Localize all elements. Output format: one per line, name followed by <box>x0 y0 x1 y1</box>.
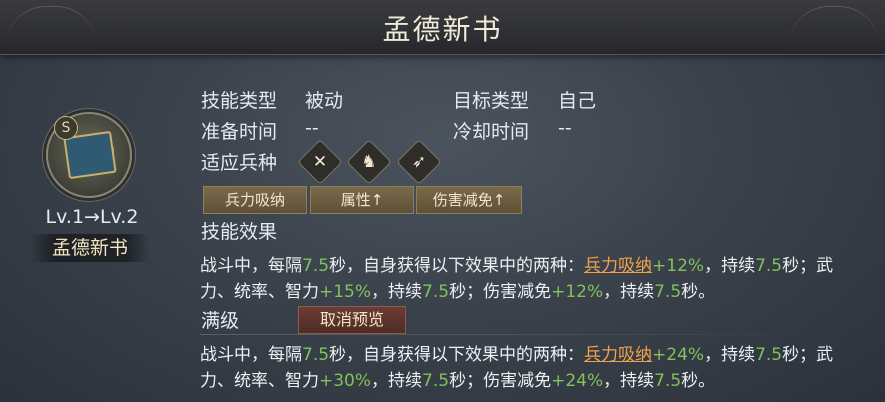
max-text: ，持续 <box>371 371 423 391</box>
max-duration: 7.5 <box>422 371 450 391</box>
tag-troop-absorb[interactable]: 兵力吸纳 <box>203 186 307 214</box>
max-absorb-value: +24% <box>652 345 705 365</box>
divider <box>200 334 860 335</box>
effect-text: 秒，自身获得以下效果中的两种： <box>329 256 585 276</box>
max-duration: 7.5 <box>654 371 682 391</box>
troop-absorb-link[interactable]: 兵力吸纳 <box>584 256 652 276</box>
effect-text: ，持续 <box>704 256 756 276</box>
skill-type-label: 技能类型 <box>201 90 278 112</box>
max-duration: 7.5 <box>755 345 783 365</box>
troop-absorb-link[interactable]: 兵力吸纳 <box>584 345 652 365</box>
cancel-preview-button[interactable]: 取消预览 <box>298 306 406 334</box>
bow-icon[interactable]: ➶ <box>396 139 442 185</box>
target-type-label: 目标类型 <box>453 90 530 112</box>
level-progress: Lv.1→Lv.2 <box>45 206 139 228</box>
effect-description: 战斗中，每隔7.5秒，自身获得以下效果中的两种：兵力吸纳+12%，持续7.5秒；… <box>200 253 860 305</box>
effect-stat-value: +15% <box>319 282 372 302</box>
effect-text: ，持续 <box>603 282 655 302</box>
effect-text: 秒。 <box>681 282 716 302</box>
cooldown-value: -- <box>558 117 572 139</box>
skill-emblem[interactable]: S <box>46 112 132 198</box>
skill-type-value: 被动 <box>305 90 344 112</box>
max-interval: 7.5 <box>302 345 330 365</box>
max-text: 秒，自身获得以下效果中的两种： <box>329 345 585 365</box>
title-bar: 孟德新书 <box>0 0 885 55</box>
effect-text: 秒；伤害减免 <box>449 282 552 302</box>
max-level-title: 满级 <box>201 310 240 332</box>
effect-reduce-value: +12% <box>551 282 604 302</box>
effect-duration: 7.5 <box>422 282 450 302</box>
effect-duration: 7.5 <box>755 256 783 276</box>
max-text: 秒。 <box>681 371 716 391</box>
skill-detail-panel: 孟德新书 S Lv.1→Lv.2 孟德新书 技能类型 被动 目标类型 自己 准备… <box>0 0 885 402</box>
max-text: ，持续 <box>603 371 655 391</box>
effect-absorb-value: +12% <box>652 256 705 276</box>
rank-badge: S <box>54 116 78 140</box>
target-type-value: 自己 <box>558 90 597 112</box>
prep-time-value: -- <box>305 117 319 139</box>
troop-type-label: 适应兵种 <box>201 152 278 174</box>
max-text: 战斗中，每隔 <box>200 345 302 365</box>
max-text: ，持续 <box>704 345 756 365</box>
tag-attribute-up[interactable]: 属性↑ <box>310 186 414 214</box>
prep-time-label: 准备时间 <box>201 121 278 143</box>
effect-duration: 7.5 <box>654 282 682 302</box>
horse-icon[interactable]: ♞ <box>346 139 392 185</box>
max-stat-value: +30% <box>319 371 372 391</box>
cooldown-label: 冷却时间 <box>453 121 530 143</box>
effect-section-title: 技能效果 <box>201 221 278 243</box>
max-reduce-value: +24% <box>551 371 604 391</box>
crossed-spears-icon[interactable]: ✕ <box>297 139 343 185</box>
tag-damage-reduction-up[interactable]: 伤害减免↑ <box>416 186 522 214</box>
panel-title: 孟德新书 <box>382 13 503 46</box>
effect-text: ，持续 <box>371 282 423 302</box>
skill-name-label: 孟德新书 <box>30 234 150 262</box>
max-level-description: 战斗中，每隔7.5秒，自身获得以下效果中的两种：兵力吸纳+24%，持续7.5秒；… <box>200 342 860 394</box>
effect-text: 战斗中，每隔 <box>200 256 302 276</box>
max-text: 秒；伤害减免 <box>449 371 552 391</box>
effect-interval: 7.5 <box>302 256 330 276</box>
